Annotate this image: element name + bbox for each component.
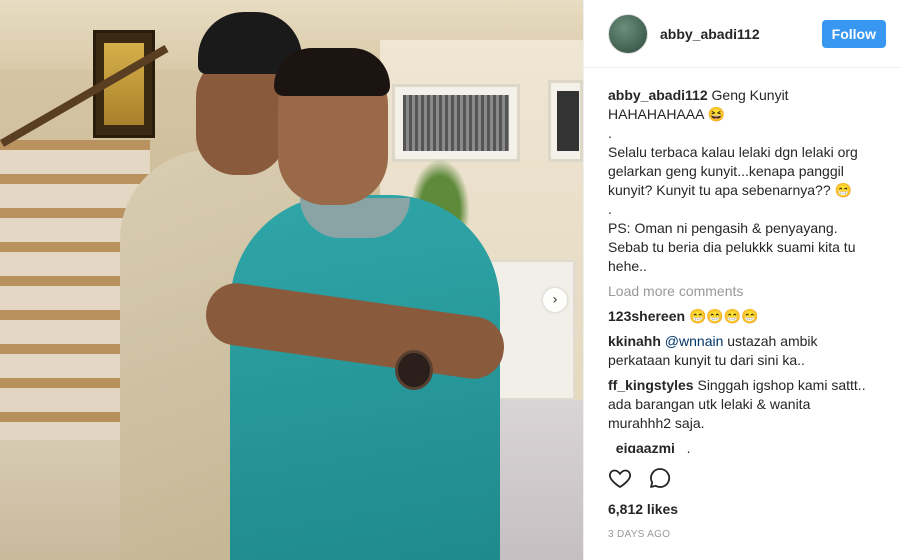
comment: 123shereen 😁😁😁😁 [608,307,876,326]
post-sidebar: abby_abadi112 Follow abby_abadi112 Geng … [583,0,900,560]
header-username[interactable]: abby_abadi112 [660,26,822,42]
comment-username[interactable]: _eiqaazmi_ [608,440,683,453]
chevron-right-icon: › [552,292,558,308]
hair [274,48,390,96]
likes-count[interactable]: 6,812 likes [608,501,678,517]
comment-icon[interactable] [648,466,672,490]
caption: abby_abadi112 Geng Kunyit HAHAHAHAAA 😆 .… [608,86,876,276]
comment-username[interactable]: kkinahh [608,333,661,349]
caption-text: Geng Kunyit HAHAHAHAAA 😆 . Selalu terbac… [608,87,858,274]
comment-username[interactable]: 123shereen [608,308,685,324]
post-actions [608,466,672,490]
caption-username[interactable]: abby_abadi112 [608,87,708,103]
next-photo-button[interactable]: › [543,288,567,312]
comment: _eiqaazmi_ , [608,439,876,453]
comment-text: 😁😁😁😁 [688,308,759,324]
post-timestamp[interactable]: 3 DAYS AGO [608,529,670,540]
wristwatch [395,350,433,390]
avatar[interactable] [608,13,648,54]
comment: kkinahh @wnnain ustazah ambik perkataan … [608,332,876,370]
post-photo[interactable]: › [0,0,583,560]
comment-mention[interactable]: @wnnain [665,333,724,349]
post-header: abby_abadi112 Follow [584,0,900,68]
comment: ff_kingstyles Singgah igshop kami sattt.… [608,376,876,433]
heart-icon[interactable] [608,466,632,490]
comment-text: , [686,440,691,453]
wall-frame-right [548,80,583,162]
comment-username[interactable]: ff_kingstyles [608,377,694,393]
load-more-comments-link[interactable]: Load more comments [608,282,876,301]
person-right-body [230,195,500,560]
follow-button[interactable]: Follow [821,19,886,48]
comments-section: abby_abadi112 Geng Kunyit HAHAHAHAAA 😆 .… [584,68,900,453]
